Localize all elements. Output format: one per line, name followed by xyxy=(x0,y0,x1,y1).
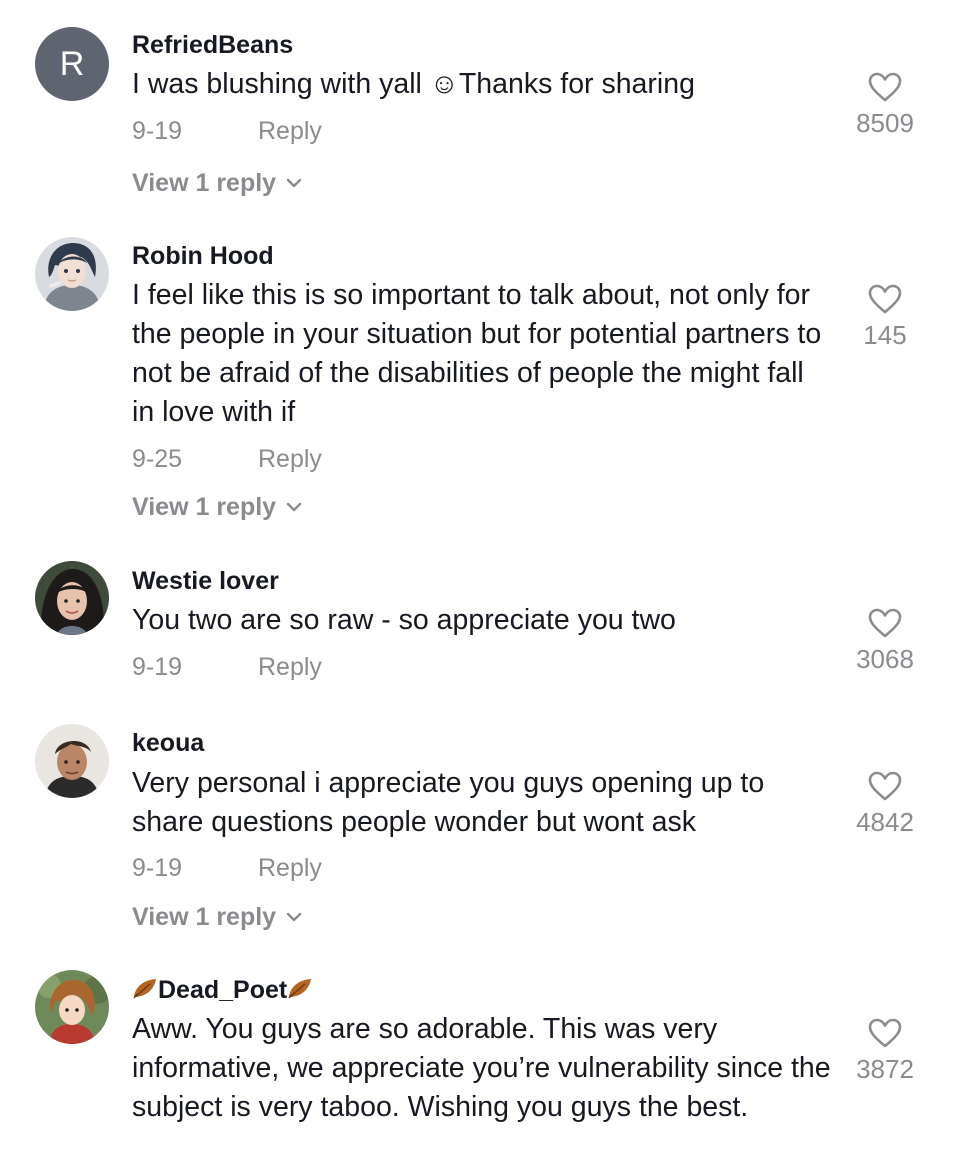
avatar-image xyxy=(35,970,109,1044)
like-count: 3872 xyxy=(856,1054,914,1084)
autumn-leaf-icon xyxy=(133,979,156,999)
avatar[interactable] xyxy=(35,970,109,1044)
username-text: Dead_Poet xyxy=(158,976,288,1004)
comment-username[interactable]: Dead_Poet xyxy=(132,976,313,1005)
like-control: 3872 xyxy=(830,1018,940,1085)
heart-icon[interactable] xyxy=(868,1018,902,1048)
autumn-leaf-icon xyxy=(288,979,312,999)
comment-item: Dead_Poet Aww. You guys are so adorable.… xyxy=(0,0,960,1175)
comment-text: Aww. You guys are so adorable. This was … xyxy=(132,1013,831,1123)
